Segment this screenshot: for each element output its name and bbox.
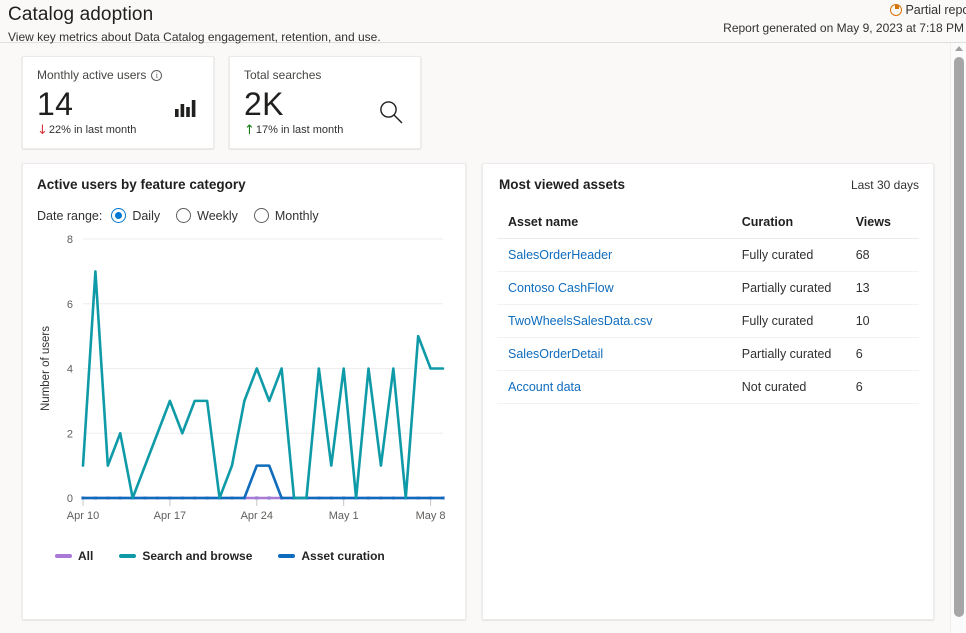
info-icon[interactable]: [151, 70, 162, 81]
radio-circle-weekly: [176, 208, 191, 223]
line-chart[interactable]: 0 2 4 6 8 Number of users Apr 10 Apr 17 Apr 24 Ma…: [35, 231, 455, 541]
cell-views: 10: [856, 305, 919, 338]
arrow-down-icon: ↓: [37, 124, 48, 137]
column-header-views[interactable]: Views: [856, 210, 919, 239]
arrow-up-icon: ↑: [244, 124, 255, 137]
table-row: SalesOrderHeader Fully curated68: [497, 239, 919, 272]
legend-item-all[interactable]: All: [55, 549, 93, 563]
series-line-search-and-browse[interactable]: [83, 271, 443, 498]
header-meta: Partial report Report generated on May 9…: [646, 2, 966, 36]
y-tick-label: 2: [67, 428, 73, 440]
table-row: Account data Not curated6: [497, 371, 919, 404]
legend-item-search-and-browse[interactable]: Search and browse: [119, 549, 252, 563]
kpi-delta-text: 17% in last month: [256, 123, 343, 137]
partial-report-icon: [890, 4, 902, 16]
table-row: Contoso CashFlow Partially curated13: [497, 272, 919, 305]
panels-row: Active users by feature category Date ra…: [0, 149, 966, 620]
kpi-label: Total searches: [244, 67, 406, 83]
legend-swatch-all: [55, 554, 72, 558]
column-header-curation[interactable]: Curation: [742, 210, 856, 239]
radio-daily[interactable]: Daily: [111, 208, 160, 223]
y-tick-label: 4: [67, 364, 73, 376]
asset-link[interactable]: Contoso CashFlow: [508, 281, 614, 295]
radio-monthly[interactable]: Monthly: [254, 208, 319, 223]
cell-curation: Partially curated: [742, 338, 856, 371]
x-tick-label: Apr 17: [154, 510, 186, 522]
legend-label-asset-curation: Asset curation: [301, 549, 384, 563]
table-header-row: Asset name Curation Views: [497, 210, 919, 239]
page-header: Catalog adoption View key metrics about …: [0, 0, 966, 43]
cell-asset-name: SalesOrderDetail: [497, 338, 742, 371]
radio-label-monthly: Monthly: [275, 209, 319, 223]
kpi-label: Monthly active users: [37, 67, 199, 83]
partial-report-badge: Partial report: [646, 2, 966, 19]
chart-legend: All Search and browse Asset curation: [35, 549, 455, 563]
kpi-label-text: Total searches: [244, 67, 321, 83]
cell-views: 6: [856, 338, 919, 371]
chart-panel-title: Active users by feature category: [35, 176, 455, 194]
asset-link[interactable]: SalesOrderDetail: [508, 347, 603, 361]
scroll-up-arrow-icon[interactable]: [955, 46, 963, 51]
column-header-asset-name[interactable]: Asset name: [497, 210, 742, 239]
content-area: Monthly active users 14 ↓22% in last mon…: [0, 43, 966, 620]
cell-curation: Fully curated: [742, 239, 856, 272]
partial-report-label: Partial report: [905, 3, 966, 17]
kpi-card-monthly-active-users: Monthly active users 14 ↓22% in last mon…: [22, 56, 214, 149]
asset-link[interactable]: TwoWheelsSalesData.csv: [508, 314, 653, 328]
cell-curation: Partially curated: [742, 272, 856, 305]
date-range-label: Date range:: [37, 209, 102, 223]
cell-views: 6: [856, 371, 919, 404]
legend-label-search-and-browse: Search and browse: [142, 549, 252, 563]
radio-circle-monthly: [254, 208, 269, 223]
x-tick-label: Apr 10: [67, 510, 99, 522]
radio-weekly[interactable]: Weekly: [176, 208, 238, 223]
cell-curation: Fully curated: [742, 305, 856, 338]
kpi-row: Monthly active users 14 ↓22% in last mon…: [0, 43, 966, 149]
radio-label-daily: Daily: [132, 209, 160, 223]
y-tick-label: 8: [67, 234, 73, 246]
kpi-delta-text: 22% in last month: [49, 123, 136, 137]
panel-active-users-by-feature-category: Active users by feature category Date ra…: [22, 163, 466, 620]
legend-swatch-asset-curation: [278, 554, 295, 558]
scrollbar-thumb[interactable]: [954, 57, 964, 617]
table-row: SalesOrderDetail Partially curated6: [497, 338, 919, 371]
date-range-radio-group: Date range: Daily Weekly Monthly: [35, 208, 455, 223]
vertical-scrollbar[interactable]: [950, 43, 966, 633]
legend-item-asset-curation[interactable]: Asset curation: [278, 549, 384, 563]
asset-link[interactable]: SalesOrderHeader: [508, 248, 612, 262]
cell-views: 68: [856, 239, 919, 272]
search-icon: [378, 99, 404, 130]
table-panel-title: Most viewed assets: [497, 176, 625, 194]
bar-chart-icon: [175, 99, 197, 122]
cell-asset-name: SalesOrderHeader: [497, 239, 742, 272]
cell-views: 13: [856, 272, 919, 305]
radio-label-weekly: Weekly: [197, 209, 238, 223]
most-viewed-assets-table: Asset name Curation Views SalesOrderHead…: [497, 210, 919, 404]
legend-label-all: All: [78, 549, 93, 563]
cell-asset-name: TwoWheelsSalesData.csv: [497, 305, 742, 338]
kpi-card-total-searches: Total searches 2K ↑17% in last month: [229, 56, 421, 149]
report-generated-timestamp: Report generated on May 9, 2023 at 7:18 …: [646, 20, 964, 36]
cell-asset-name: Contoso CashFlow: [497, 272, 742, 305]
y-tick-label: 0: [67, 493, 73, 505]
x-tick-label: Apr 24: [241, 510, 273, 522]
kpi-label-text: Monthly active users: [37, 67, 146, 83]
table-row: TwoWheelsSalesData.csv Fully curated10: [497, 305, 919, 338]
table-panel-header: Most viewed assets Last 30 days: [497, 176, 919, 194]
legend-swatch-search-and-browse: [119, 554, 136, 558]
cell-asset-name: Account data: [497, 371, 742, 404]
x-tick-label: May 8: [416, 510, 446, 522]
table-panel-note: Last 30 days: [851, 178, 919, 192]
cell-curation: Not curated: [742, 371, 856, 404]
table-body: SalesOrderHeaderFully curated68Contoso C…: [497, 239, 919, 404]
radio-circle-daily: [111, 208, 126, 223]
kpi-delta: ↓22% in last month: [37, 123, 199, 137]
panel-most-viewed-assets: Most viewed assets Last 30 days Asset na…: [482, 163, 934, 620]
y-tick-label: 6: [67, 299, 73, 311]
series-line-asset-curation[interactable]: [83, 466, 443, 498]
asset-link[interactable]: Account data: [508, 380, 581, 394]
y-axis-title: Number of users: [40, 326, 52, 411]
x-tick-label: May 1: [329, 510, 359, 522]
